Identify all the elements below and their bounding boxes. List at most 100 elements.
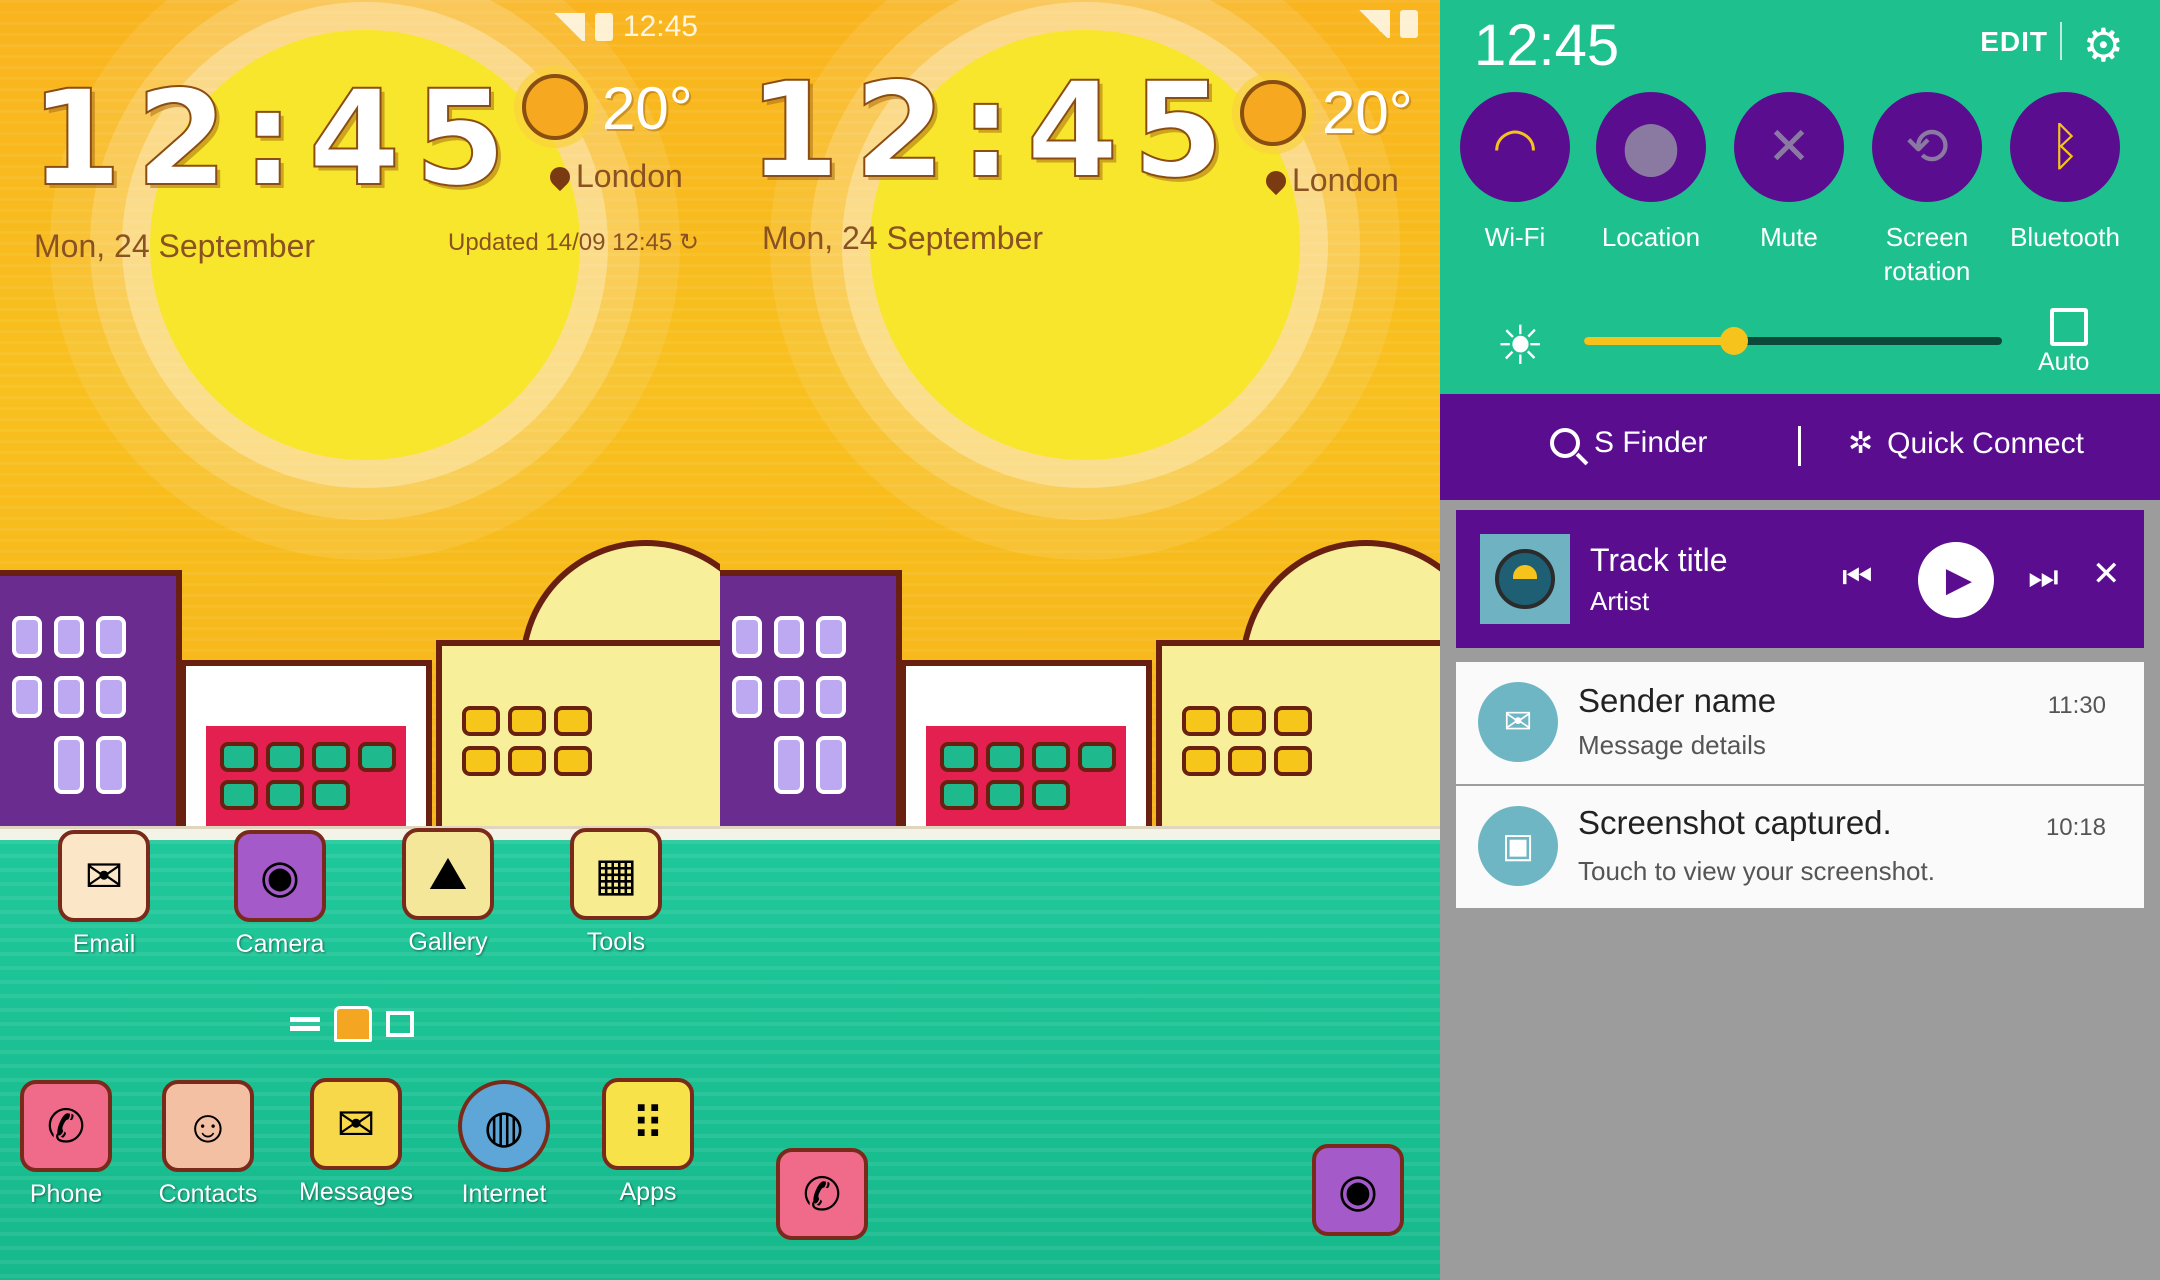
album-disc-icon <box>1495 549 1555 609</box>
building-facade <box>206 726 406 826</box>
dock-contacts[interactable]: ☺ Contacts <box>138 1080 278 1209</box>
app-label: Gallery <box>408 928 488 956</box>
auto-brightness-checkbox[interactable] <box>2050 308 2088 346</box>
s-finder-button[interactable]: S Finder <box>1550 426 1707 460</box>
wifi-icon: ◠ <box>1460 92 1570 202</box>
notification-title: Sender name <box>1578 682 1777 719</box>
brightness-slider-thumb[interactable] <box>1720 327 1749 355</box>
temperature-label: 20° <box>1322 79 1413 146</box>
page-indicator-page[interactable] <box>386 1011 414 1037</box>
building-window <box>732 616 762 658</box>
building-window <box>358 742 396 772</box>
email-icon: ✉ <box>1478 682 1558 762</box>
music-player-card[interactable]: Track title Artist ⏮ ▶ ⏭ ✕ <box>1456 510 2144 648</box>
clock-widget[interactable]: 12:45 <box>29 61 520 217</box>
app-email[interactable]: ✉ Email <box>34 830 174 959</box>
notification-time: 11:30 <box>2047 692 2106 719</box>
tile-label: Wi-Fi <box>1484 222 1546 252</box>
refresh-icon[interactable]: ↻ <box>679 229 699 256</box>
building-window <box>1182 746 1220 776</box>
home-screen: 12:45 12:45 Mon, 24 September 20° London… <box>0 0 720 1280</box>
location-pin-icon <box>545 162 575 191</box>
phone-icon[interactable]: ✆ <box>776 1148 868 1240</box>
battery-icon <box>594 13 613 41</box>
email-icon: ✉ <box>58 830 150 922</box>
bluetooth-icon: ᛒ <box>2010 92 2120 202</box>
notification-text: Message details <box>1578 730 1766 760</box>
camera-icon: ◉ <box>234 830 326 922</box>
tile-wifi[interactable]: ◠ Wi-Fi <box>1450 92 1580 254</box>
notification-panel: 12:45 EDIT ⚙ ◠ Wi-Fi ⬤ Location ✕ Mute ⟲… <box>1440 0 2160 1280</box>
app-gallery[interactable]: ⛰ Gallery <box>378 828 518 957</box>
messages-icon: ✉ <box>310 1078 402 1170</box>
app-label: Phone <box>29 1180 103 1208</box>
close-icon[interactable]: ✕ <box>2092 554 2121 594</box>
building-window <box>1274 706 1312 736</box>
location-label: London <box>1292 162 1399 198</box>
building-window <box>774 736 804 794</box>
building-window <box>1228 706 1266 736</box>
dock-messages[interactable]: ✉ Messages <box>286 1078 426 1207</box>
app-camera[interactable]: ◉ Camera <box>210 830 350 959</box>
building-window <box>940 742 978 772</box>
notification-screenshot[interactable]: ▣ Screenshot captured. Touch to view you… <box>1456 786 2144 908</box>
gear-icon[interactable]: ⚙ <box>2083 18 2124 72</box>
building-window <box>54 736 84 794</box>
weather-location[interactable]: London <box>545 158 683 195</box>
auto-brightness-label: Auto <box>2038 348 2090 376</box>
gallery-icon: ⛰ <box>402 828 494 920</box>
edit-button[interactable]: EDIT <box>1980 26 2048 58</box>
notification-text: Touch to view your screenshot. <box>1578 856 1935 886</box>
sunny-weather-icon[interactable] <box>522 74 588 140</box>
previous-track-icon[interactable]: ⏮ <box>1842 558 1873 597</box>
building-window <box>54 676 84 718</box>
building-window <box>312 742 350 772</box>
status-bar: 12:45 <box>550 10 698 44</box>
app-label: Camera <box>235 930 325 958</box>
building-window <box>96 616 126 658</box>
mute-icon: ✕ <box>1734 92 1844 202</box>
dock-internet[interactable]: ◍ Internet <box>434 1080 574 1209</box>
tile-location[interactable]: ⬤ Location <box>1586 92 1716 254</box>
brightness-slider[interactable] <box>1584 327 2002 355</box>
building-window <box>462 706 500 736</box>
building-window <box>1032 780 1070 810</box>
tile-label: Bluetooth <box>2010 222 2120 252</box>
tile-bluetooth[interactable]: ᛒ Bluetooth <box>2000 92 2130 254</box>
finder-bar: S Finder ✲ Quick Connect <box>1440 394 2160 500</box>
clock-widget: 12:45 <box>747 53 1239 209</box>
dock-apps[interactable]: ⠿ Apps <box>578 1078 718 1207</box>
tile-screen-rotation[interactable]: ⟲ Screen rotation <box>1862 92 1992 288</box>
building-facade <box>926 726 1126 826</box>
brightness-icon: ☀ <box>1496 316 1545 376</box>
play-button[interactable]: ▶ <box>1918 542 1994 618</box>
building-window <box>774 676 804 718</box>
weather-location: London <box>1261 162 1399 199</box>
divider <box>1798 426 1801 466</box>
building-window <box>266 780 304 810</box>
quick-connect-button[interactable]: ✲ Quick Connect <box>1848 426 2084 461</box>
page-indicator-home[interactable] <box>334 1006 372 1042</box>
app-tools-folder[interactable]: ▦ Tools <box>546 828 686 957</box>
camera-icon[interactable]: ◉ <box>1312 1144 1404 1236</box>
image-icon: ▣ <box>1478 806 1558 886</box>
tile-mute[interactable]: ✕ Mute <box>1724 92 1854 254</box>
date-label: Mon, 24 September <box>762 220 1044 256</box>
contacts-icon: ☺ <box>162 1080 254 1172</box>
internet-globe-icon: ◍ <box>458 1080 550 1172</box>
dock-phone[interactable]: ✆ Phone <box>0 1080 136 1209</box>
notification-title: Screenshot captured. <box>1578 804 1892 841</box>
page-indicator[interactable] <box>290 1006 414 1042</box>
page-indicator-list[interactable] <box>290 1017 320 1031</box>
building-window <box>462 746 500 776</box>
app-label: Email <box>72 930 136 958</box>
next-track-icon[interactable]: ⏭ <box>2028 558 2059 597</box>
notification-email[interactable]: ✉ Sender name Message details 11:30 <box>1456 662 2144 784</box>
temperature-label[interactable]: 20° <box>602 74 693 143</box>
track-artist: Artist <box>1590 586 1650 616</box>
building-window <box>1078 742 1116 772</box>
quick-connect-icon: ✲ <box>1848 427 1874 460</box>
building-window <box>12 676 42 718</box>
tile-label: Screen rotation <box>1883 222 1971 286</box>
weather-updated-label[interactable]: Updated 14/09 12:45 ↻ <box>448 228 699 257</box>
